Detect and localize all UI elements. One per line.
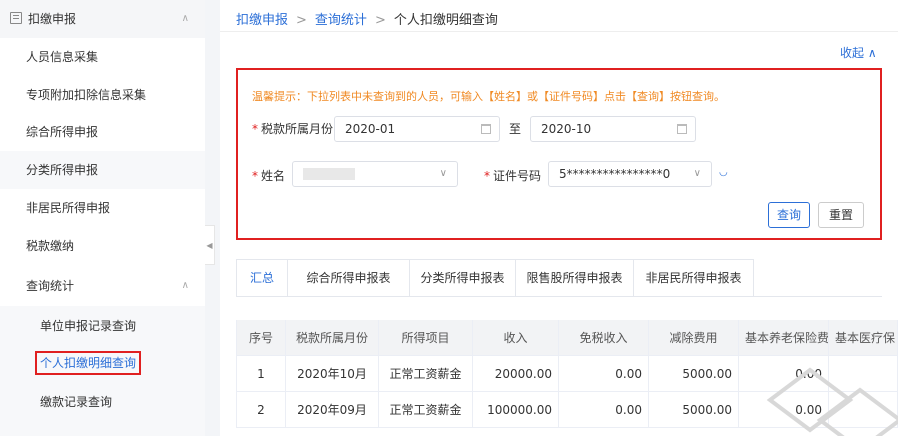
cell-pension: 0.00 bbox=[739, 356, 829, 392]
cell-medical bbox=[829, 356, 898, 392]
header-cell: 收入 bbox=[473, 320, 559, 356]
sidebar-item-comprehensive-income[interactable]: 综合所得申报 bbox=[0, 113, 205, 151]
cell-income: 100000.00 bbox=[473, 392, 559, 428]
breadcrumb: 扣缴申报 > 查询统计 > 个人扣缴明细查询 bbox=[236, 13, 498, 28]
tab-classified[interactable]: 分类所得申报表 bbox=[410, 259, 516, 297]
cell-deduction: 5000.00 bbox=[649, 356, 739, 392]
sidebar-item-query-statistics[interactable]: 查询统计 ∧ bbox=[0, 267, 205, 305]
period-start-input[interactable]: 2020-01 bbox=[334, 116, 500, 142]
header-cell: 减除费用 bbox=[649, 320, 739, 356]
breadcrumb-current: 个人扣缴明细查询 bbox=[393, 13, 498, 28]
cell-period: 2020年10月 bbox=[286, 356, 379, 392]
sidebar-item-person-info[interactable]: 人员信息采集 bbox=[0, 38, 205, 76]
sidebar: 扣缴申报 ∧ 人员信息采集 专项附加扣除信息采集 综合所得申报 分类所得申报 非… bbox=[0, 0, 205, 436]
tab-nonresident[interactable]: 非居民所得申报表 bbox=[634, 259, 754, 297]
header-cell: 所得项目 bbox=[379, 320, 473, 356]
loading-icon: ◡ bbox=[719, 167, 728, 178]
cell-tax-free: 0.00 bbox=[559, 356, 649, 392]
cell-medical bbox=[829, 392, 898, 428]
collapse-toggle[interactable]: 收起 ∧ bbox=[840, 44, 877, 61]
calendar-icon bbox=[481, 124, 491, 134]
breadcrumb-link-query[interactable]: 查询统计 bbox=[315, 13, 367, 28]
chevron-down-icon: ∨ bbox=[439, 168, 447, 179]
sidebar-item-withholding-declaration[interactable]: 扣缴申报 ∧ bbox=[0, 0, 205, 38]
tip-text: 温馨提示：下拉列表中未查询到的人员，可输入【姓名】或【证件号码】点击【查询】按钮… bbox=[252, 90, 725, 103]
cell-period: 2020年09月 bbox=[286, 392, 379, 428]
sidebar-collapse-handle[interactable]: ◀ bbox=[205, 225, 215, 265]
tab-comprehensive[interactable]: 综合所得申报表 bbox=[288, 259, 410, 297]
period-end-input[interactable]: 2020-10 bbox=[530, 116, 696, 142]
header-cell: 免税收入 bbox=[559, 320, 649, 356]
cell-index: 2 bbox=[236, 392, 286, 428]
cell-tax-free: 0.00 bbox=[559, 392, 649, 428]
header-cell: 基本养老保险费 bbox=[739, 320, 829, 356]
sidebar-sub-payment-records[interactable]: 缴款记录查询 bbox=[0, 383, 205, 421]
sidebar-sub-personal-details[interactable]: 个人扣缴明细查询 bbox=[0, 344, 205, 382]
sidebar-item-tax-payment[interactable]: 税款缴纳 bbox=[0, 227, 205, 265]
cell-deduction: 5000.00 bbox=[649, 392, 739, 428]
id-label: * 证件号码 bbox=[484, 169, 542, 183]
cell-index: 1 bbox=[236, 356, 286, 392]
header-cell: 序号 bbox=[236, 320, 286, 356]
form-icon bbox=[10, 12, 22, 24]
query-button[interactable]: 查询 bbox=[768, 202, 810, 228]
cell-income-item: 正常工资薪金 bbox=[379, 356, 473, 392]
name-label: * 姓名 bbox=[252, 169, 286, 183]
breadcrumb-link-withholding[interactable]: 扣缴申报 bbox=[236, 13, 288, 28]
cell-pension: 0.00 bbox=[739, 392, 829, 428]
sidebar-item-nonresident-income[interactable]: 非居民所得申报 bbox=[0, 189, 205, 227]
cell-income: 20000.00 bbox=[473, 356, 559, 392]
calendar-icon bbox=[677, 124, 687, 134]
chevron-up-icon: ∧ bbox=[181, 280, 189, 291]
period-to-label: 至 bbox=[509, 122, 522, 136]
reset-button[interactable]: 重置 bbox=[818, 202, 864, 228]
tabs-divider bbox=[236, 296, 882, 297]
sidebar-item-special-deduction[interactable]: 专项附加扣除信息采集 bbox=[0, 76, 205, 114]
chevron-up-icon: ∧ bbox=[181, 13, 189, 24]
name-select[interactable]: ∨ bbox=[292, 161, 458, 187]
filter-panel: 温馨提示：下拉列表中未查询到的人员，可输入【姓名】或【证件号码】点击【查询】按钮… bbox=[236, 68, 882, 240]
cell-income-item: 正常工资薪金 bbox=[379, 392, 473, 428]
main-panel: 扣缴申报 > 查询统计 > 个人扣缴明细查询 收起 ∧ 温馨提示：下拉列表中未查询到的人… bbox=[220, 0, 898, 436]
header-cell: 税款所属月份 bbox=[286, 320, 379, 356]
sidebar-item-classified-income[interactable]: 分类所得申报 bbox=[0, 151, 205, 189]
divider bbox=[220, 31, 898, 32]
chevron-down-icon: ∨ bbox=[693, 168, 701, 179]
masked-name bbox=[303, 168, 355, 180]
id-number-select[interactable]: 5****************0 ∨ bbox=[548, 161, 712, 187]
tab-summary[interactable]: 汇总 bbox=[236, 259, 288, 297]
period-label: * 税款所属月份 bbox=[252, 122, 334, 136]
sidebar-sub-unit-records[interactable]: 单位申报记录查询 bbox=[0, 307, 205, 345]
tab-restricted-stock[interactable]: 限售股所得申报表 bbox=[516, 259, 634, 297]
header-cell: 基本医疗保 bbox=[829, 320, 898, 356]
